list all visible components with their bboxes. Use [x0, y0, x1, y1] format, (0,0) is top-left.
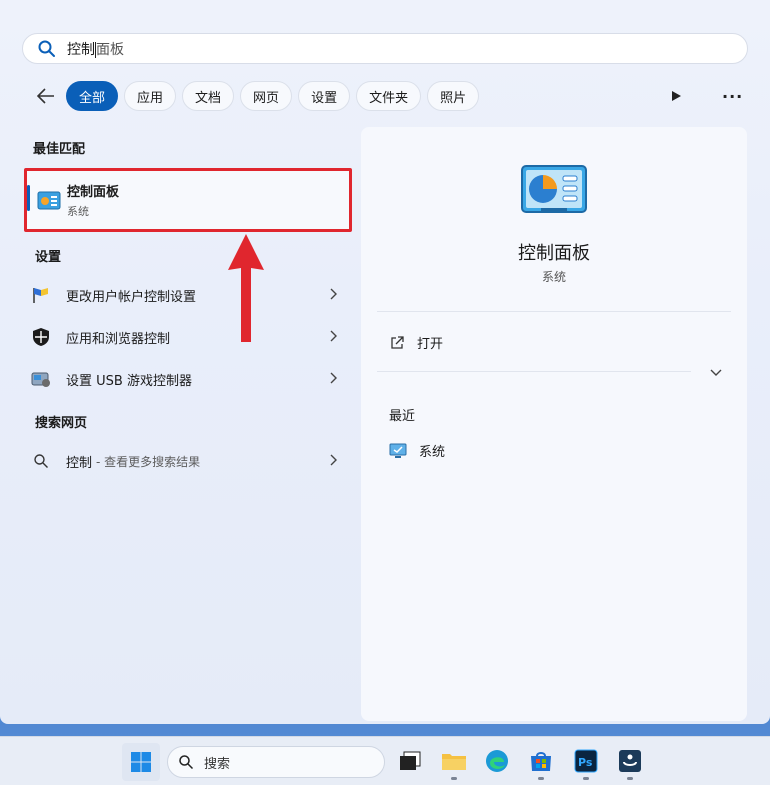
- filter-bar: 全部 应用 文档 网页 设置 文件夹 照片 ···: [34, 81, 754, 111]
- selection-indicator: [27, 185, 30, 211]
- divider: [377, 311, 731, 312]
- windows-logo-icon: [131, 752, 151, 772]
- taskbar-search[interactable]: 搜索: [167, 746, 385, 778]
- chevron-right-icon: [330, 288, 337, 300]
- edge-icon[interactable]: [482, 746, 512, 776]
- settings-item-label: 更改用户帐户控制设置: [66, 289, 197, 305]
- open-label: 打开: [417, 337, 444, 352]
- svg-text:Ps: Ps: [578, 756, 593, 769]
- search-icon: [38, 40, 55, 57]
- settings-item-usb-controller[interactable]: 设置 USB 游戏控制器: [30, 364, 340, 394]
- settings-heading: 设置: [35, 250, 62, 265]
- web-search-query: 控制: [66, 455, 93, 471]
- best-match-control-panel[interactable]: 控制面板 系统: [24, 168, 352, 232]
- tab-all[interactable]: 全部: [66, 81, 119, 111]
- start-search-panel: 控制 面板 全部 应用 文档 网页 设置 文件夹 照片 ··· 最佳匹配 控制面板…: [0, 0, 770, 724]
- play-icon[interactable]: [670, 90, 682, 102]
- recent-heading: 最近: [389, 409, 416, 424]
- search-input[interactable]: 控制 面板: [22, 33, 748, 64]
- search-icon: [179, 755, 194, 770]
- back-arrow-icon[interactable]: [34, 84, 58, 108]
- open-action[interactable]: 打开: [389, 333, 443, 352]
- running-indicator: [583, 777, 589, 780]
- control-panel-icon: [521, 165, 587, 213]
- best-match-subtitle: 系统: [67, 205, 89, 218]
- tab-documents[interactable]: 文档: [182, 81, 235, 111]
- photoshop-icon[interactable]: Ps: [571, 746, 601, 776]
- divider: [377, 371, 691, 372]
- settings-item-uac[interactable]: 更改用户帐户控制设置: [30, 280, 340, 310]
- detail-pane: 控制面板 系统 打开 最近 系统: [361, 127, 747, 721]
- filter-overflow: ···: [666, 81, 743, 111]
- recent-item-label: 系统: [419, 445, 446, 460]
- tab-folders[interactable]: 文件夹: [356, 81, 422, 111]
- start-button[interactable]: [122, 743, 160, 781]
- detail-subtitle: 系统: [541, 270, 566, 284]
- uac-flag-icon: [30, 284, 52, 306]
- shield-icon: [30, 326, 52, 348]
- taskbar: 搜索 Ps: [0, 736, 770, 785]
- settings-item-app-browser[interactable]: 应用和浏览器控制: [30, 322, 340, 352]
- chevron-right-icon: [330, 372, 337, 384]
- system-monitor-icon: [389, 443, 407, 458]
- web-search-heading: 搜索网页: [35, 416, 88, 431]
- taskbar-search-label: 搜索: [204, 756, 231, 772]
- more-options-icon[interactable]: ···: [722, 87, 743, 106]
- best-match-heading: 最佳匹配: [33, 142, 86, 157]
- control-panel-icon: [37, 191, 61, 210]
- search-autocomplete-text: 面板: [96, 41, 124, 58]
- best-match-name: 控制面板: [67, 185, 120, 200]
- tab-apps[interactable]: 应用: [124, 81, 177, 111]
- task-view-icon[interactable]: [395, 746, 425, 776]
- running-indicator: [627, 777, 633, 780]
- running-indicator: [538, 777, 544, 780]
- tab-settings[interactable]: 设置: [298, 81, 351, 111]
- app-icon[interactable]: [615, 746, 645, 776]
- chevron-right-icon: [330, 330, 337, 342]
- game-controller-icon: [30, 368, 52, 390]
- running-indicator: [451, 777, 457, 780]
- recent-item[interactable]: 系统: [389, 441, 445, 460]
- open-external-icon: [391, 335, 404, 349]
- web-search-suggestion[interactable]: 控制 - 查看更多搜索结果: [30, 446, 340, 476]
- chevron-down-icon[interactable]: [709, 365, 723, 379]
- settings-item-label: 设置 USB 游戏控制器: [66, 373, 192, 389]
- tab-photos[interactable]: 照片: [427, 81, 480, 111]
- detail-title: 控制面板: [518, 243, 590, 264]
- chevron-right-icon: [330, 454, 337, 466]
- tab-web[interactable]: 网页: [240, 81, 293, 111]
- search-icon: [30, 450, 52, 472]
- web-search-suffix: - 查看更多搜索结果: [96, 454, 201, 469]
- search-typed-text: 控制: [67, 41, 95, 58]
- store-icon[interactable]: [526, 746, 556, 776]
- settings-item-label: 应用和浏览器控制: [66, 331, 171, 347]
- file-explorer-icon[interactable]: [439, 746, 469, 776]
